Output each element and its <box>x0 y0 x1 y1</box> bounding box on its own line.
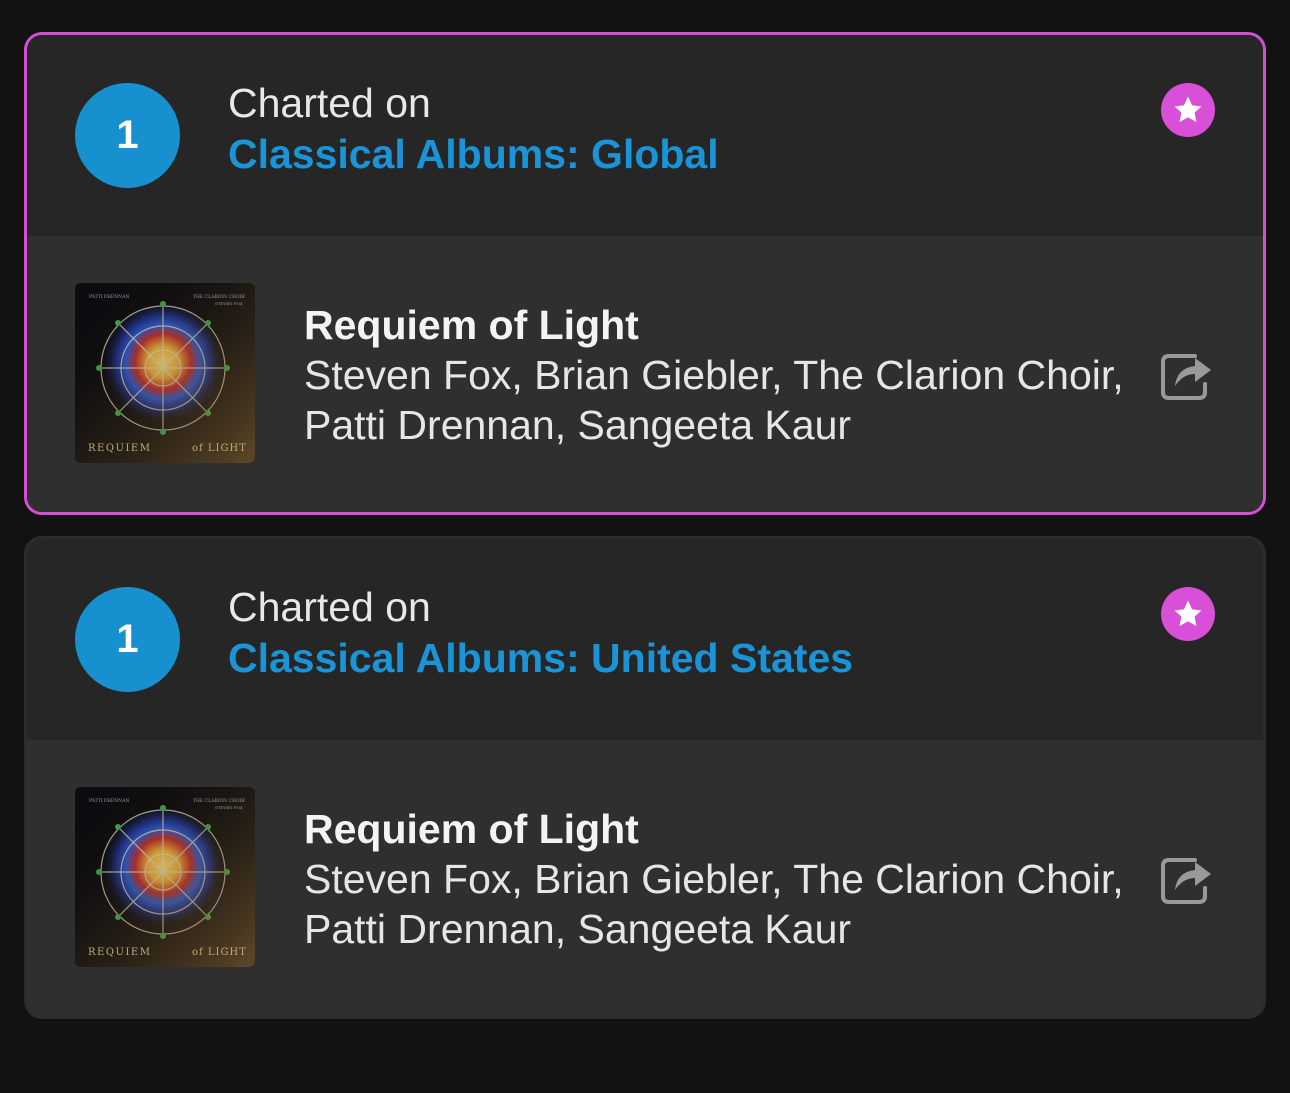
svg-text:THE CLARION CHOIR: THE CLARION CHOIR <box>193 294 245 300</box>
svg-text:STEVEN FOX: STEVEN FOX <box>215 301 243 306</box>
album-artists-line: Steven Fox, Brian Giebler, The Clarion C… <box>304 856 1124 902</box>
svg-text:of LIGHT: of LIGHT <box>192 947 247 958</box>
share-icon <box>1161 354 1211 400</box>
album-artists: Steven Fox, Brian Giebler, The Clarion C… <box>304 854 1134 954</box>
svg-text:STEVEN FOX: STEVEN FOX <box>215 805 243 810</box>
svg-text:REQUIEM: REQUIEM <box>88 947 151 958</box>
svg-text:of LIGHT: of LIGHT <box>192 443 247 454</box>
album-cover: PATTI DRENNAN THE CLARION CHOIR STEVEN F… <box>75 787 255 967</box>
svg-text:REQUIEM: REQUIEM <box>88 443 151 454</box>
favorite-star-button[interactable] <box>1161 83 1215 137</box>
chart-name-link[interactable]: Classical Albums: United States <box>228 633 853 683</box>
album-row[interactable]: PATTI DRENNAN THE CLARION CHOIR STEVEN F… <box>27 740 1263 1016</box>
share-icon <box>1161 858 1211 904</box>
charted-on-label: Charted on <box>228 80 431 126</box>
album-artists-line: Patti Drennan, Sangeeta Kaur <box>304 906 852 952</box>
album-artists-line: Patti Drennan, Sangeeta Kaur <box>304 402 852 448</box>
chart-name-link[interactable]: Classical Albums: Global <box>228 129 719 179</box>
svg-text:THE CLARION CHOIR: THE CLARION CHOIR <box>193 798 245 804</box>
album-artists: Steven Fox, Brian Giebler, The Clarion C… <box>304 350 1134 450</box>
album-cover: PATTI DRENNAN THE CLARION CHOIR STEVEN F… <box>75 283 255 463</box>
rank-badge: 1 <box>75 587 180 692</box>
album-title: Requiem of Light <box>304 302 639 348</box>
rank-badge: 1 <box>75 83 180 188</box>
favorite-star-button[interactable] <box>1161 587 1215 641</box>
album-artists-line: Steven Fox, Brian Giebler, The Clarion C… <box>304 352 1124 398</box>
chart-entry-header: 1 Charted on Classical Albums: Global <box>27 35 1263 236</box>
svg-text:PATTI DRENNAN: PATTI DRENNAN <box>89 798 129 804</box>
star-icon <box>1174 96 1202 123</box>
star-icon <box>1174 600 1202 627</box>
chart-entry-card[interactable]: 1 Charted on Classical Albums: Global PA… <box>24 32 1266 515</box>
chart-entry-header: 1 Charted on Classical Albums: United St… <box>27 539 1263 740</box>
charted-on-label: Charted on <box>228 584 431 630</box>
album-row[interactable]: PATTI DRENNAN THE CLARION CHOIR STEVEN F… <box>27 236 1263 512</box>
share-button[interactable] <box>1159 348 1215 404</box>
chart-entry-card[interactable]: 1 Charted on Classical Albums: United St… <box>24 536 1266 1019</box>
album-title: Requiem of Light <box>304 806 639 852</box>
share-button[interactable] <box>1159 852 1215 908</box>
svg-text:PATTI DRENNAN: PATTI DRENNAN <box>89 294 129 300</box>
